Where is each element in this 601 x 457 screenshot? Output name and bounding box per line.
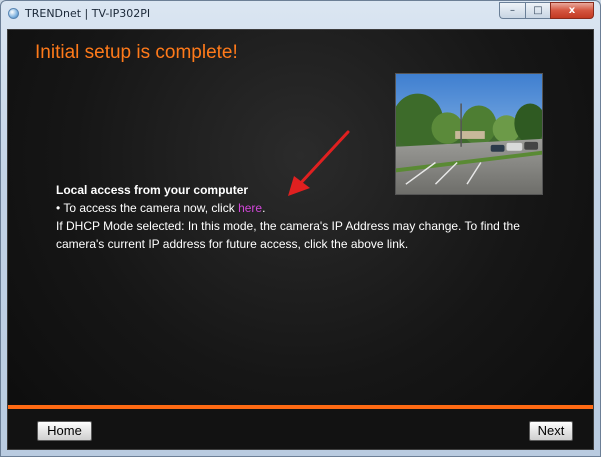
footer: Home Next <box>8 409 593 449</box>
camera-app-icon <box>8 8 19 19</box>
section-title: Local access from your computer <box>56 183 249 197</box>
page-title: Initial setup is complete! <box>35 42 238 63</box>
minimize-button[interactable]: – <box>499 2 525 19</box>
app-window: TRENDnet | TV-IP302PI – □ x Initial setu… <box>0 0 601 457</box>
access-instruction: • To access the camera now, click here. <box>56 199 586 217</box>
access-instruction-text: • To access the camera now, click <box>56 201 239 215</box>
camera-view-photo <box>395 73 543 195</box>
here-link[interactable]: here <box>238 201 262 215</box>
home-button[interactable]: Home <box>37 421 92 441</box>
next-button[interactable]: Next <box>529 421 573 441</box>
title-bar[interactable]: TRENDnet | TV-IP302PI – □ x <box>1 1 600 27</box>
dhcp-note-line-1: If DHCP Mode selected: In this mode, the… <box>56 219 520 233</box>
setup-content: Initial setup is complete! Local access … <box>7 29 594 450</box>
maximize-button[interactable]: □ <box>525 2 550 19</box>
access-instruction-end: . <box>262 201 266 215</box>
dhcp-note-line-2: camera's current IP address for future a… <box>56 237 409 251</box>
local-access-section: Local access from your computer • To acc… <box>56 181 586 253</box>
caption-buttons: – □ x <box>499 2 594 20</box>
close-button[interactable]: x <box>550 2 594 19</box>
window-title: TRENDnet | TV-IP302PI <box>25 7 151 20</box>
